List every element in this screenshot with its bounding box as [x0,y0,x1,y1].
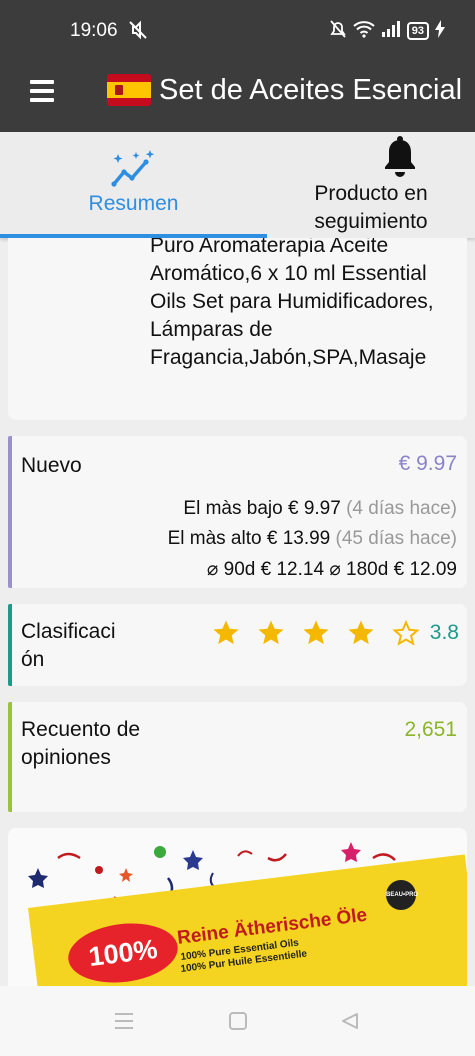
signal-icon [381,20,401,42]
tab-bar: Resumen Producto en seguimiento [0,132,475,238]
avg90-label: ⌀ 90d [206,559,256,580]
page-title: Set de Aceites Esencial [159,74,463,106]
product-image[interactable]: BEAU•PRO 100% Reine Ätherische Öle 100% … [8,828,467,986]
lowest-when: (4 días hace) [346,498,457,519]
battery-icon: 93 [406,22,429,40]
bell-icon [381,136,419,178]
lowest-value: € 9.97 [287,498,341,519]
avg180-label: ⌀ 180d [329,559,389,580]
status-time: 19:06 [70,20,118,41]
price-card: Nuevo € 9.97 El màs bajo € 9.97 (4 días … [8,436,467,588]
spain-flag-icon[interactable] [107,74,151,106]
wifi-icon [353,20,375,43]
product-title: Puro Aromaterapia Aceite Aromático,6 x 1… [150,238,434,369]
star-filled-icon [211,618,241,648]
average-price-row: ⌀ 90d € 12.14 ⌀ 180d € 12.09 [207,558,457,581]
avg90-value: € 12.14 [260,559,325,580]
current-price: € 9.97 [398,452,457,475]
back-icon[interactable] [340,1012,360,1037]
lowest-label: El màs bajo [183,498,283,519]
home-icon[interactable] [228,1012,248,1037]
reviews-count: 2,651 [404,718,457,741]
rating-label: Clasificaci ón [21,620,116,671]
star-empty-icon [391,618,421,648]
tab-resumen-label: Resumen [88,192,179,215]
highest-price-row: El màs alto € 13.99 (45 días hace) [168,528,457,550]
reviews-label: Recuento de opiniones [21,718,141,769]
tab-resumen[interactable]: Resumen [0,132,267,238]
star-filled-icon [256,618,286,648]
rating-stars: 3.8 [211,618,459,648]
price-label: Nuevo [21,454,82,477]
brand-logo: BEAU•PRO [386,880,418,910]
trend-sparkle-icon [108,150,156,190]
rating-card: Clasificaci ón 3.8 [8,604,467,686]
mute-icon [126,18,150,42]
app-bar: Set de Aceites Esencial [0,60,475,132]
star-filled-icon [301,618,331,648]
star-filled-icon [346,618,376,648]
rating-value: 3.8 [429,621,459,644]
avg180-value: € 12.09 [393,559,457,580]
tab-producto-label: Producto en seguimiento [314,182,428,233]
highest-value: € 13.99 [266,528,331,549]
highest-label: El màs alto [167,528,262,549]
lowest-price-row: El màs bajo € 9.97 (4 días hace) [183,498,457,520]
dnd-icon [329,19,347,44]
hamburger-menu-icon[interactable] [30,80,54,102]
reviews-card: Recuento de opiniones 2,651 [8,702,467,812]
summary-scroll[interactable]: Puro Aromaterapia Aceite Aromático,6 x 1… [0,238,475,986]
product-title-card: Puro Aromaterapia Aceite Aromático,6 x 1… [8,238,467,420]
status-icons: 93 [329,18,445,44]
charging-icon [435,19,445,43]
status-bar: 19:06 93 [0,0,475,60]
highest-when: (45 días hace) [335,528,457,549]
recents-icon[interactable] [114,1012,134,1035]
tab-producto-en-seguimiento[interactable]: Producto en seguimiento [267,132,475,238]
system-nav-bar [0,986,475,1056]
